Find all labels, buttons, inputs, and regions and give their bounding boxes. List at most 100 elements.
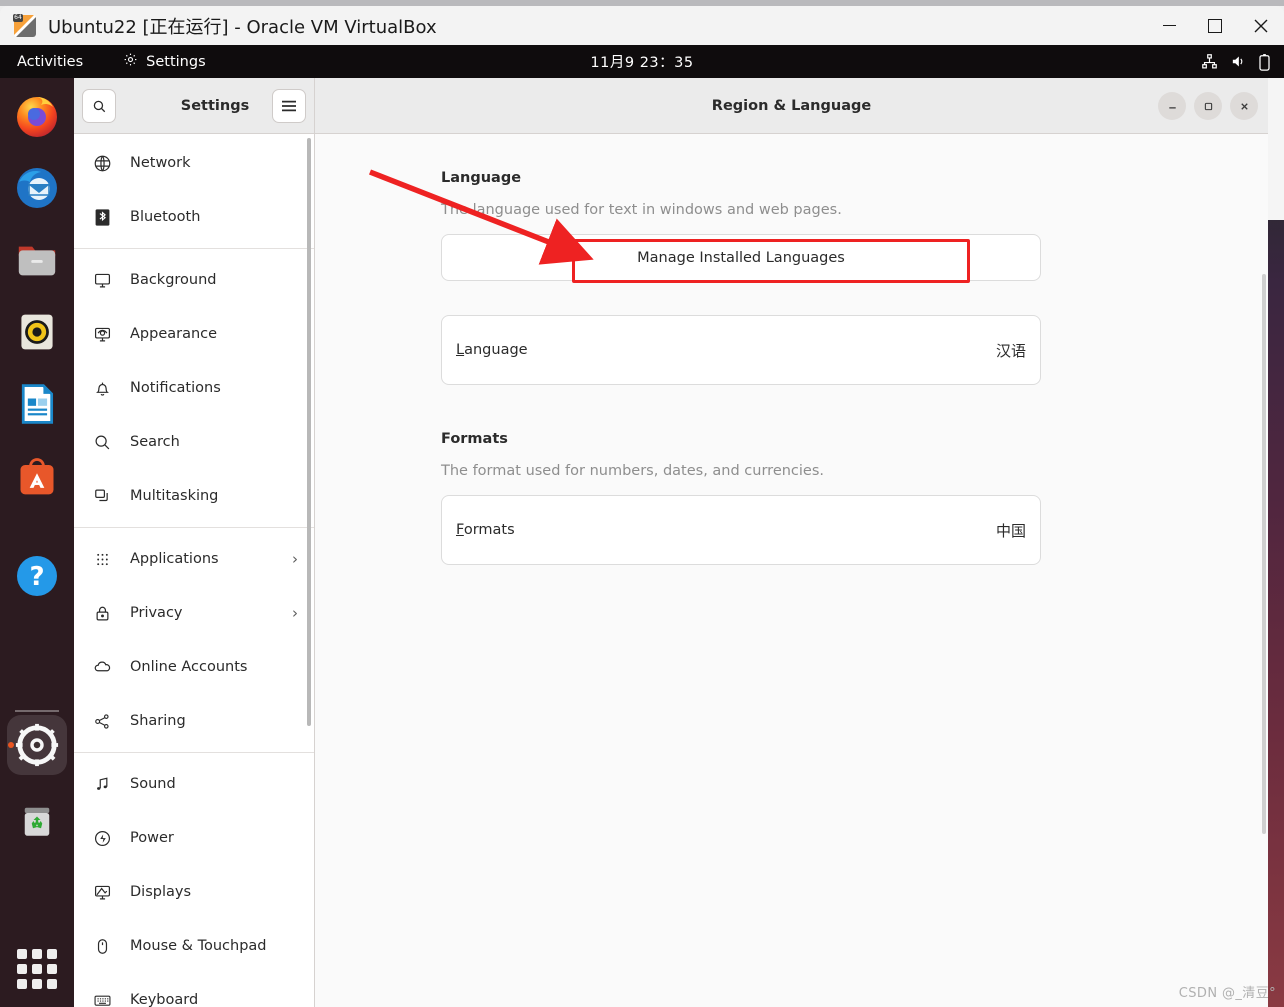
sidebar-scrollbar[interactable] [307, 138, 311, 726]
sidebar-item-label: Sharing [130, 713, 186, 729]
system-tray[interactable] [1201, 45, 1270, 78]
sidebar-item-label: Notifications [130, 380, 221, 396]
sidebar-item-notifications[interactable]: Notifications [74, 361, 314, 415]
svg-text:?: ? [29, 562, 44, 592]
sidebar-item-label: Multitasking [130, 488, 219, 504]
sidebar-item-displays[interactable]: Displays [74, 865, 314, 919]
sidebar-item-sharing[interactable]: Sharing [74, 694, 314, 748]
active-app-menu[interactable]: Settings [123, 52, 206, 71]
sidebar-item-power[interactable]: Power [74, 811, 314, 865]
sidebar-item-keyboard[interactable]: Keyboard [74, 973, 314, 1007]
sidebar-item-appearance[interactable]: Appearance [74, 307, 314, 361]
settings-window-controls [1158, 92, 1258, 120]
bluetooth-icon [92, 207, 112, 227]
dock-item-settings[interactable] [7, 715, 67, 775]
sidebar-item-privacy[interactable]: Privacy › [74, 586, 314, 640]
battery-icon [1259, 53, 1270, 71]
dock-item-rhythmbox[interactable] [7, 302, 67, 362]
virtualbox-64bit-badge: 64 [13, 13, 23, 22]
language-row[interactable]: Language 汉语 [442, 316, 1040, 384]
settings-headerbar-right: Region & Language [315, 78, 1268, 134]
sidebar-item-sound[interactable]: Sound [74, 757, 314, 811]
dock-item-firefox[interactable] [7, 86, 67, 146]
bell-icon [92, 378, 112, 398]
language-section-title: Language [441, 170, 522, 186]
settings-headerbar: Settings Region & Language [74, 78, 1268, 134]
share-nodes-icon [92, 711, 112, 731]
dock-item-help[interactable]: ? [7, 546, 67, 606]
host-close-button[interactable] [1238, 6, 1284, 45]
sidebar-item-label: Keyboard [130, 992, 199, 1007]
formats-section: Formats The format used for numbers, dat… [441, 431, 1041, 565]
language-row-card: Language 汉语 [441, 315, 1041, 385]
sidebar-item-applications[interactable]: Applications › [74, 532, 314, 586]
hamburger-menu-button[interactable] [272, 89, 306, 123]
dock-item-trash[interactable] [7, 790, 67, 850]
settings-gear-icon [123, 52, 138, 71]
sidebar-item-background[interactable]: Background [74, 253, 314, 307]
dock-running-indicator [8, 742, 14, 748]
show-applications-grid-icon[interactable] [17, 949, 57, 989]
settings-close-button[interactable] [1230, 92, 1258, 120]
lock-icon [92, 603, 112, 623]
screen-root: 64 Ubuntu22 [正在运行] - Oracle VM VirtualBo… [0, 0, 1284, 1007]
multitasking-windows-icon [92, 486, 112, 506]
cloud-icon [92, 657, 112, 677]
sidebar-item-label: Sound [130, 776, 176, 792]
host-minimize-button[interactable] [1146, 6, 1192, 45]
formats-section-description: The format used for numbers, dates, and … [441, 463, 825, 479]
manage-installed-languages-button[interactable]: Manage Installed Languages [442, 235, 1040, 280]
active-app-name: Settings [146, 53, 206, 70]
dock-item-files[interactable] [7, 230, 67, 290]
background-monitor-icon [92, 270, 112, 290]
sidebar-list: Network Bluetooth Background Appearance … [74, 134, 314, 1007]
formats-row-card: Formats 中国 [441, 495, 1041, 565]
sidebar-item-multitasking[interactable]: Multitasking [74, 469, 314, 523]
settings-minimize-button[interactable] [1158, 92, 1186, 120]
settings-maximize-button[interactable] [1194, 92, 1222, 120]
globe-icon [92, 153, 112, 173]
language-section-description: The language used for text in windows an… [441, 202, 842, 218]
network-wired-icon [1201, 53, 1218, 70]
language-row-value: 汉语 [995, 341, 1026, 360]
applications-grid-icon [92, 549, 112, 569]
host-window-controls [1146, 6, 1284, 45]
manage-languages-card: Manage Installed Languages [441, 234, 1041, 281]
sidebar-item-label: Network [130, 155, 191, 171]
sidebar-item-label: Appearance [130, 326, 218, 342]
sidebar-item-label: Displays [130, 884, 192, 900]
formats-row-value: 中国 [995, 521, 1026, 540]
sidebar-item-search[interactable]: Search [74, 415, 314, 469]
dock-item-ubuntu-software[interactable] [7, 446, 67, 506]
display-monitor-icon [92, 882, 112, 902]
formats-section-title: Formats [441, 431, 508, 447]
dock-item-libreoffice-writer[interactable] [7, 374, 67, 434]
chevron-right-icon: › [292, 550, 298, 568]
keyboard-icon [92, 990, 112, 1007]
sidebar-group-separator [74, 248, 314, 249]
activities-button[interactable]: Activities [17, 54, 83, 70]
sidebar-item-label: Background [130, 272, 217, 288]
content-scrollbar[interactable] [1262, 274, 1266, 834]
sidebar-item-mouse-and-touchpad[interactable]: Mouse & Touchpad [74, 919, 314, 973]
chevron-right-icon: › [292, 604, 298, 622]
sidebar-item-online-accounts[interactable]: Online Accounts [74, 640, 314, 694]
search-button[interactable] [82, 89, 116, 123]
dock-item-thunderbird[interactable] [7, 158, 67, 218]
sidebar-item-bluetooth[interactable]: Bluetooth [74, 190, 314, 244]
sidebar-group-separator [74, 527, 314, 528]
virtualbox-icon: 64 [13, 13, 36, 37]
sidebar-item-label: Search [130, 434, 180, 450]
language-row-label: Language [456, 342, 528, 358]
ubuntu-dock: ? [0, 78, 74, 1007]
guest-screen: Activities Settings 11月9 23：35 ? Setting… [0, 45, 1284, 1007]
sidebar-item-label: Applications [130, 551, 219, 567]
sidebar-item-network[interactable]: Network [74, 136, 314, 190]
sidebar-item-label: Bluetooth [130, 209, 201, 225]
host-maximize-button[interactable] [1192, 6, 1238, 45]
formats-row-label: Formats [456, 522, 515, 538]
page-title: Region & Language [711, 98, 872, 114]
topbar-clock[interactable]: 11月9 23：35 [532, 51, 752, 72]
sidebar-item-label: Online Accounts [130, 659, 248, 675]
formats-row[interactable]: Formats 中国 [442, 496, 1040, 564]
